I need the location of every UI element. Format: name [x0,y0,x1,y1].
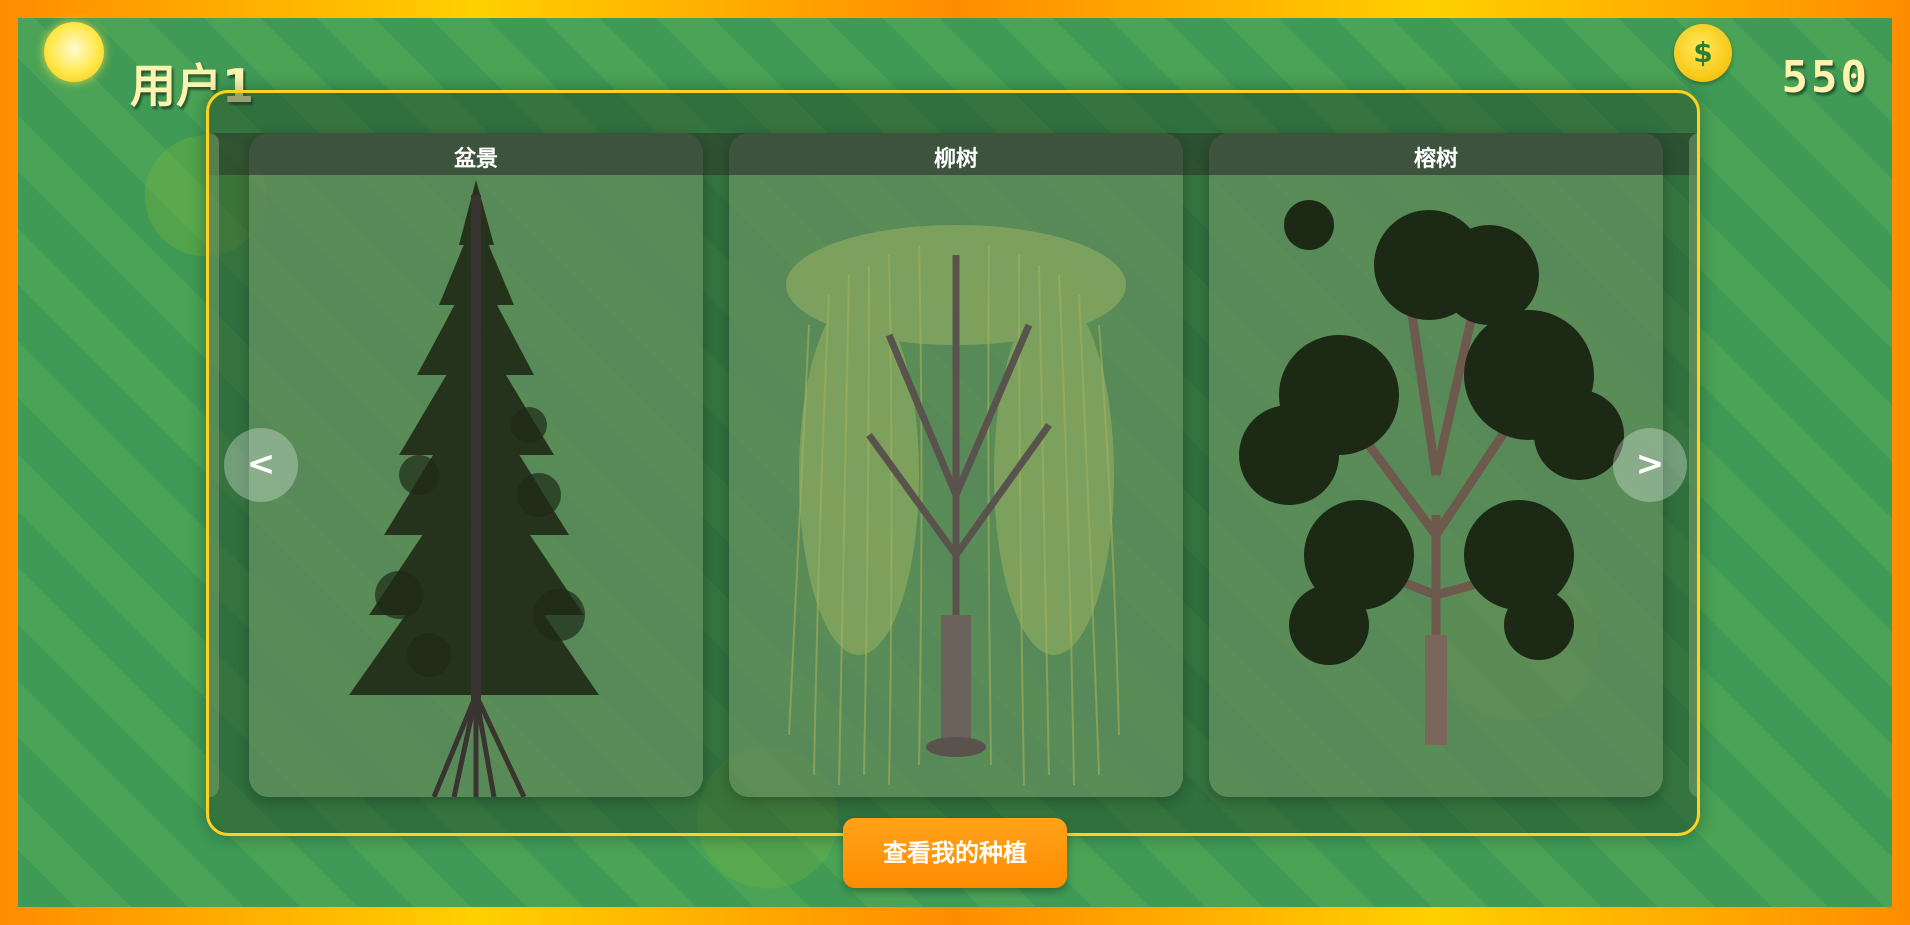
card-title: 柳树 [933,147,978,172]
sun-icon [44,22,104,82]
tree-card-willow[interactable]: 柳树 [729,133,1183,797]
view-my-planting-button[interactable]: 查看我的种植 [843,818,1067,888]
card-title: 盆景 [453,147,498,172]
prev-tree-button[interactable]: < [224,428,298,502]
partial-card-left [209,133,219,797]
tree-carousel-panel: 盆景 柳树 榕树 [206,90,1700,836]
willow-tree-image [786,225,1126,786]
coin-balance: 550 [1781,52,1870,103]
tree-card-banyan[interactable]: 榕树 [1209,133,1663,797]
partial-card-right [1689,133,1697,797]
spruce-tree-image [349,180,599,797]
dollar-coin-icon: $ [1674,24,1732,82]
card-title: 榕树 [1413,147,1458,172]
tree-card-bonsai[interactable]: 盆景 [249,133,703,797]
next-tree-button[interactable]: > [1613,428,1687,502]
banyan-tree-image [1239,200,1624,745]
